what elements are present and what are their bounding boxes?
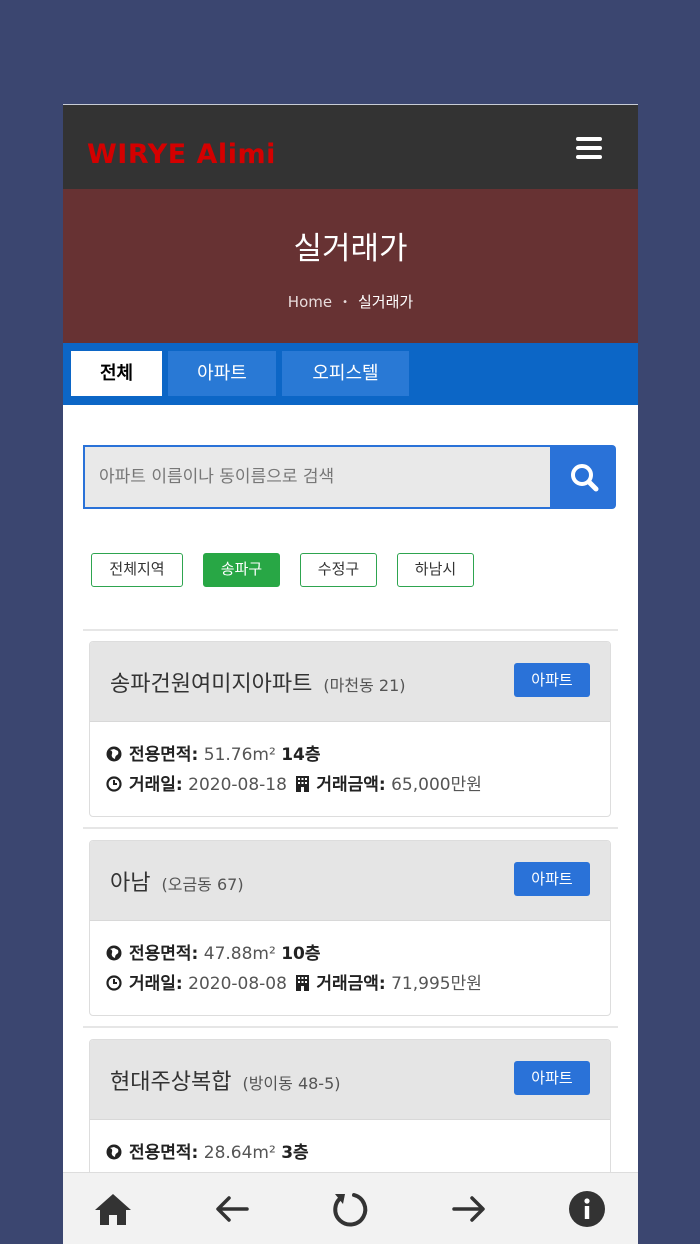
- top-navbar: WIRYE Alimi: [63, 105, 638, 189]
- listing-name: 현대주상복합 (방이동 48-5): [110, 1064, 341, 1096]
- area-value: 47.88m²: [203, 944, 276, 964]
- area-row: 전용면적: 47.88m² 10층: [106, 939, 610, 969]
- floor-value: 3층: [281, 1143, 309, 1163]
- refresh-icon[interactable]: [329, 1188, 371, 1230]
- breadcrumb: Home • 실거래가: [63, 291, 638, 312]
- clock-icon: [106, 975, 122, 991]
- price-value: 71,995만원: [391, 974, 482, 994]
- search-icon: [571, 464, 599, 492]
- deal-row: 거래일: 2020-08-18 거래금액: 65,000만원: [106, 770, 610, 800]
- area-row: 전용면적: 51.76m² 14층: [106, 740, 610, 770]
- brand-logo[interactable]: WIRYE Alimi: [87, 139, 276, 170]
- search-button[interactable]: [552, 445, 616, 509]
- region-chip-songpa[interactable]: 송파구: [203, 553, 280, 587]
- home-icon[interactable]: [92, 1188, 134, 1230]
- building-icon: [296, 776, 310, 792]
- search-input[interactable]: 아파트 이름이나 동이름으로 검색: [83, 445, 552, 509]
- price-label: 거래금액:: [316, 775, 386, 795]
- info-icon[interactable]: [566, 1188, 608, 1230]
- listing-address: (오금동 67): [161, 875, 244, 894]
- listing-name: 아남 (오금동 67): [110, 865, 244, 897]
- region-chip-all[interactable]: 전체지역: [91, 553, 183, 587]
- tab-apartment[interactable]: 아파트: [168, 351, 276, 396]
- tab-officetel[interactable]: 오피스텔: [282, 351, 409, 396]
- list-divider: [83, 827, 618, 829]
- area-row: 전용면적: 28.64m² 3층: [106, 1138, 610, 1168]
- list-divider: [83, 629, 618, 631]
- app-frame: WIRYE Alimi 실거래가 Home • 실거래가 전체 아파트 오피스텔 아…: [63, 104, 638, 1244]
- listing-header: 송파건원여미지아파트 (마천동 21) 아파트: [90, 642, 610, 722]
- listing-header: 현대주상복합 (방이동 48-5) 아파트: [90, 1040, 610, 1120]
- listing-type-badge[interactable]: 아파트: [514, 1061, 590, 1095]
- globe-icon: [106, 1144, 122, 1160]
- page-title: 실거래가: [293, 231, 408, 267]
- listing-title: 현대주상복합: [110, 1070, 232, 1095]
- price-value: 65,000만원: [391, 775, 482, 795]
- area-label: 전용면적:: [129, 745, 199, 765]
- deal-row: 거래일: 2020-08-08 거래금액: 71,995만원: [106, 969, 610, 999]
- category-tabs: 전체 아파트 오피스텔: [63, 343, 638, 405]
- listing-address: (방이동 48-5): [242, 1074, 341, 1093]
- region-chip-hanam[interactable]: 하남시: [397, 553, 474, 587]
- date-label: 거래일:: [129, 775, 183, 795]
- listing-name: 송파건원여미지아파트 (마천동 21): [110, 666, 406, 698]
- area-value: 51.76m²: [203, 745, 276, 765]
- listing-details: 전용면적: 47.88m² 10층 거래일: 2020-08-08 거래금액: …: [90, 921, 610, 1015]
- region-chip-sujeong[interactable]: 수정구: [300, 553, 377, 587]
- back-arrow-icon[interactable]: [211, 1188, 253, 1230]
- browser-toolbar: [63, 1172, 638, 1244]
- breadcrumb-home[interactable]: Home: [288, 293, 332, 311]
- clock-icon: [106, 776, 122, 792]
- listing-header: 아남 (오금동 67) 아파트: [90, 841, 610, 921]
- listing-card[interactable]: 송파건원여미지아파트 (마천동 21) 아파트 전용면적: 51.76m² 14…: [89, 641, 611, 817]
- date-label: 거래일:: [129, 974, 183, 994]
- globe-icon: [106, 945, 122, 961]
- building-icon: [296, 975, 310, 991]
- list-divider: [83, 1026, 618, 1028]
- listing-type-badge[interactable]: 아파트: [514, 663, 590, 697]
- price-label: 거래금액:: [316, 974, 386, 994]
- hamburger-menu-icon[interactable]: [576, 137, 602, 159]
- tab-all[interactable]: 전체: [71, 351, 162, 396]
- listing-details: 전용면적: 51.76m² 14층 거래일: 2020-08-18 거래금액: …: [90, 722, 610, 816]
- page-header: 실거래가 Home • 실거래가: [63, 189, 638, 343]
- globe-icon: [106, 746, 122, 762]
- date-value: 2020-08-18: [188, 775, 287, 795]
- floor-value: 10층: [281, 944, 321, 964]
- forward-arrow-icon[interactable]: [448, 1188, 490, 1230]
- area-label: 전용면적:: [129, 944, 199, 964]
- date-value: 2020-08-08: [188, 974, 287, 994]
- breadcrumb-current: 실거래가: [358, 293, 414, 311]
- area-value: 28.64m²: [203, 1143, 276, 1163]
- listing-title: 송파건원여미지아파트: [110, 672, 313, 697]
- breadcrumb-separator: •: [342, 297, 348, 308]
- listing-type-badge[interactable]: 아파트: [514, 862, 590, 896]
- floor-value: 14층: [281, 745, 321, 765]
- listing-card[interactable]: 아남 (오금동 67) 아파트 전용면적: 47.88m² 10층 거래일: 2…: [89, 840, 611, 1016]
- area-label: 전용면적:: [129, 1143, 199, 1163]
- listing-address: (마천동 21): [323, 676, 406, 695]
- listing-title: 아남: [110, 871, 151, 896]
- search-bar: 아파트 이름이나 동이름으로 검색: [83, 445, 616, 509]
